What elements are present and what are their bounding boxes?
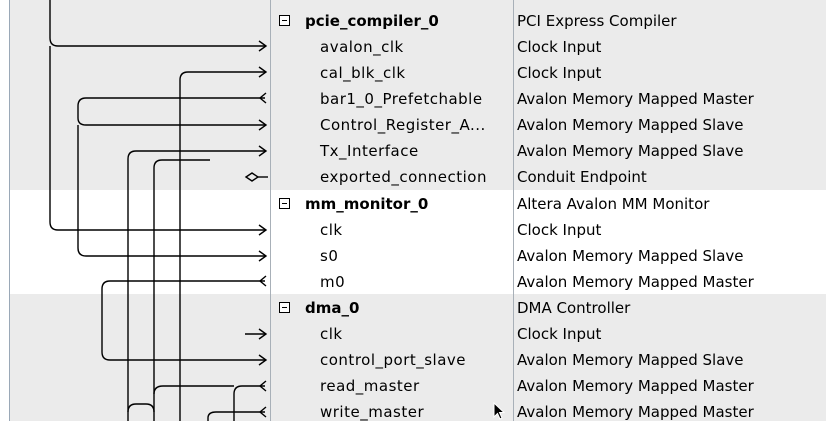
wire-m0 — [101, 280, 265, 361]
interface-row[interactable]: cal_blk_clk Clock Input — [272, 60, 826, 86]
interface-type: Avalon Memory Mapped Master — [517, 403, 754, 421]
interface-row[interactable]: read_master Avalon Memory Mapped Master — [272, 373, 826, 399]
wire-clk-main — [49, 0, 265, 47]
interface-name: control_port_slave — [320, 351, 467, 369]
wire-tx — [127, 150, 265, 421]
component-description: DMA Controller — [517, 299, 631, 317]
collapse-icon[interactable] — [279, 15, 290, 26]
wire-write-bus — [127, 403, 155, 413]
interface-type: Avalon Memory Mapped Master — [517, 377, 754, 395]
interface-row[interactable]: m0 Avalon Memory Mapped Master — [272, 269, 826, 295]
collapse-icon[interactable] — [279, 198, 290, 209]
interface-type: Conduit Endpoint — [517, 168, 647, 186]
interface-row[interactable]: avalon_clk Clock Input — [272, 34, 826, 60]
wire-bar1 — [77, 97, 265, 126]
component-name: pcie_compiler_0 — [305, 12, 439, 30]
interface-type: Avalon Memory Mapped Master — [517, 90, 754, 108]
component-description: PCI Express Compiler — [517, 12, 677, 30]
component-name: dma_0 — [305, 299, 360, 317]
wire-read — [233, 385, 265, 421]
interface-name: bar1_0_Prefetchable — [320, 90, 483, 108]
interface-name: clk — [320, 325, 343, 343]
collapse-icon[interactable] — [279, 302, 290, 313]
interface-type: Clock Input — [517, 325, 602, 343]
interface-row[interactable]: Tx_Interface Avalon Memory Mapped Slave — [272, 138, 826, 164]
interface-name: clk — [320, 221, 343, 239]
wire-read-bus — [153, 385, 234, 395]
component-name: mm_monitor_0 — [305, 195, 429, 213]
wire-bar1-s0 — [77, 125, 265, 257]
component-row-pcie-compiler[interactable]: pcie_compiler_0 PCI Express Compiler — [272, 8, 826, 34]
wire-tx-b — [153, 159, 210, 421]
interface-type: Clock Input — [517, 64, 602, 82]
interface-type: Clock Input — [517, 38, 602, 56]
interface-type: Avalon Memory Mapped Master — [517, 273, 754, 291]
interface-name: Tx_Interface — [320, 142, 419, 160]
interface-type: Avalon Memory Mapped Slave — [517, 247, 744, 265]
interface-name: read_master — [320, 377, 420, 395]
component-row-mm-monitor[interactable]: mm_monitor_0 Altera Avalon MM Monitor — [272, 191, 826, 217]
interface-row[interactable]: Control_Register_A... Avalon Memory Mapp… — [272, 112, 826, 138]
interface-name: s0 — [320, 247, 339, 265]
interface-row[interactable]: control_port_slave Avalon Memory Mapped … — [272, 347, 826, 373]
interface-row[interactable]: bar1_0_Prefetchable Avalon Memory Mapped… — [272, 86, 826, 112]
interface-name: write_master — [320, 403, 425, 421]
interface-row[interactable]: exported_connection Conduit Endpoint — [272, 164, 826, 190]
interface-name: cal_blk_clk — [320, 64, 406, 82]
system-contents-panel: pcie_compiler_0 PCI Express Compiler ava… — [0, 0, 826, 421]
interface-name: exported_connection — [320, 168, 487, 186]
interface-type: Avalon Memory Mapped Slave — [517, 351, 744, 369]
interface-row[interactable]: s0 Avalon Memory Mapped Slave — [272, 243, 826, 269]
interface-row[interactable]: clk Clock Input — [272, 321, 826, 347]
interface-row[interactable]: clk Clock Input — [272, 217, 826, 243]
wire-clk-monitor — [49, 46, 265, 231]
interface-name: m0 — [320, 273, 346, 291]
interface-name: Control_Register_A... — [320, 116, 486, 134]
wire-write — [207, 411, 265, 421]
interface-name: avalon_clk — [320, 38, 404, 56]
component-description: Altera Avalon MM Monitor — [517, 195, 710, 213]
interface-row[interactable]: write_master Avalon Memory Mapped Master — [272, 399, 826, 425]
interface-type: Avalon Memory Mapped Slave — [517, 116, 744, 134]
mouse-cursor-icon — [493, 402, 506, 420]
component-row-dma[interactable]: dma_0 DMA Controller — [272, 295, 826, 321]
interface-type: Clock Input — [517, 221, 602, 239]
interface-type: Avalon Memory Mapped Slave — [517, 142, 744, 160]
